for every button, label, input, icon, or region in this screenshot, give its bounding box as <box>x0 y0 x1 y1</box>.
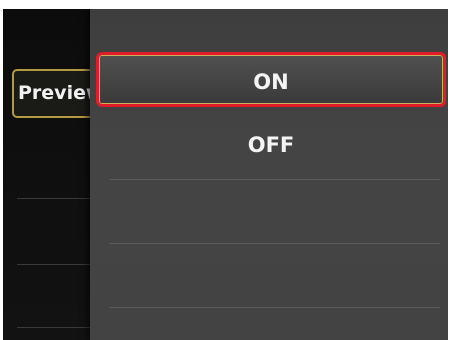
setting-options-popup: ON OFF <box>90 9 448 340</box>
background-menu-panel: Preview <box>3 9 122 340</box>
printer-lcd-screen: Preview ON OFF <box>3 9 448 340</box>
list-divider <box>110 243 440 244</box>
background-divider <box>17 264 97 265</box>
background-divider <box>17 327 97 328</box>
list-divider <box>110 307 440 308</box>
background-divider <box>17 198 97 199</box>
option-on-button[interactable]: ON <box>96 52 446 107</box>
list-divider <box>110 179 440 180</box>
option-off-button[interactable]: OFF <box>96 119 446 175</box>
